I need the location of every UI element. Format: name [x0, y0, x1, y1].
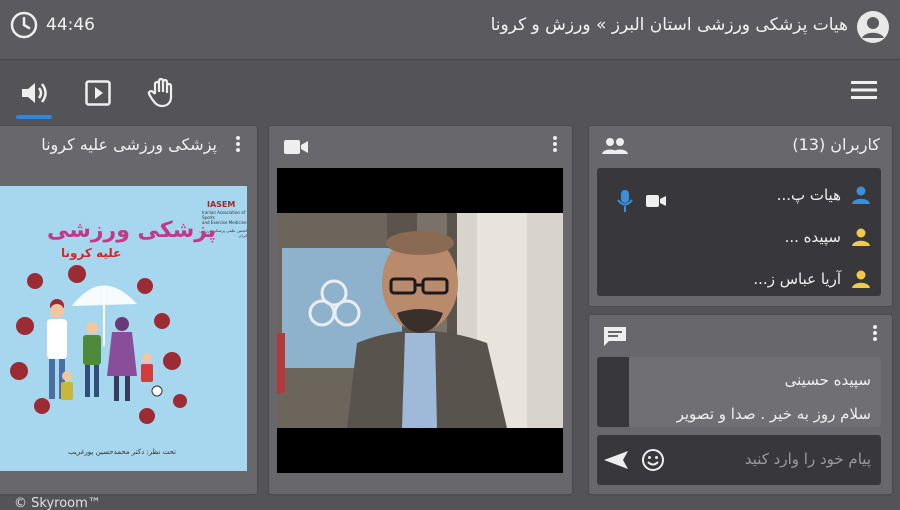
- raise-hand-icon: [147, 78, 173, 108]
- footer-copyright: © Skyroom™: [14, 496, 101, 510]
- timer-label: 44:46: [46, 15, 95, 35]
- video-panel: [268, 125, 573, 495]
- room-title: هیات پزشکی ورزشی استان البرز » ورزش و کر…: [490, 15, 848, 35]
- user-row[interactable]: هیات پ...: [777, 182, 871, 208]
- user-row[interactable]: آریا عباس ز...: [753, 266, 871, 292]
- microphone-icon: [617, 190, 633, 212]
- slide-options-icon[interactable]: [233, 134, 243, 156]
- poster-subheadline: علیه کرونا: [61, 246, 122, 260]
- slide-panel-title: پزشکی ورزشی علیه کرونا: [41, 135, 217, 154]
- chat-messages: سپیده حسینی سلام روز به خیر . صدا و تصوی…: [597, 357, 881, 427]
- camera-icon: [284, 140, 308, 154]
- user-name: سپیده ...: [784, 228, 841, 246]
- send-icon[interactable]: [603, 449, 629, 471]
- chat-sender: سپیده حسینی: [784, 371, 871, 389]
- speaker-video-image: [277, 213, 563, 428]
- user-icon: [852, 186, 870, 204]
- play-icon: [85, 80, 111, 106]
- toolbar: [0, 61, 900, 123]
- raise-hand-button[interactable]: [143, 75, 179, 111]
- chat-input-placeholder: پیام خود را وارد کنید: [744, 450, 871, 468]
- users-panel-title: کاربران (13): [792, 135, 880, 154]
- media-button[interactable]: [80, 75, 116, 111]
- emoji-icon[interactable]: [641, 448, 665, 472]
- slide-poster: IASEM Iranian Association of Sports and …: [0, 186, 247, 471]
- speaker-button[interactable]: [16, 75, 52, 119]
- users-panel: کاربران (13) هیات پ... سپیده ... آریا عب…: [588, 125, 893, 307]
- video-frame: [277, 213, 563, 428]
- chat-text: سلام روز به خیر . صدا و تصویر: [676, 405, 871, 423]
- chat-options-icon[interactable]: [870, 323, 880, 345]
- speaker-icon: [22, 83, 47, 103]
- top-bar: 44:46 هیات پزشکی ورزشی استان البرز » ورز…: [0, 0, 900, 60]
- menu-button[interactable]: [850, 79, 878, 105]
- user-name: آریا عباس ز...: [753, 270, 841, 288]
- user-icon: [852, 270, 870, 288]
- users-icon: [602, 138, 628, 154]
- poster-headline: پزشکی ورزشی: [47, 218, 217, 243]
- users-list: هیات پ... سپیده ... آریا عباس ز...: [597, 168, 881, 296]
- clock-icon: [10, 11, 38, 39]
- user-icon: [852, 228, 870, 246]
- poster-logo: IASEM: [207, 200, 236, 209]
- user-row[interactable]: سپیده ...: [785, 224, 871, 250]
- user-avatar-icon[interactable]: [856, 10, 890, 48]
- poster-credit: تحت نظر: دکتر محمدحسین پورغریب: [68, 448, 176, 456]
- user-name: هیات پ...: [776, 186, 841, 204]
- video-stream: [277, 168, 563, 473]
- menu-icon: [851, 81, 877, 99]
- slide-panel: پزشکی ورزشی علیه کرونا IASEM Iranian Ass…: [0, 125, 258, 495]
- chat-input[interactable]: پیام خود را وارد کنید: [597, 435, 881, 485]
- video-options-icon[interactable]: [550, 134, 560, 156]
- chat-icon: [604, 327, 626, 346]
- camera-icon: [646, 195, 666, 207]
- session-timer: 44:46: [10, 11, 95, 39]
- chat-panel: سپیده حسینی سلام روز به خیر . صدا و تصوی…: [588, 314, 893, 495]
- chat-message: سپیده حسینی سلام روز به خیر . صدا و تصوی…: [629, 357, 881, 427]
